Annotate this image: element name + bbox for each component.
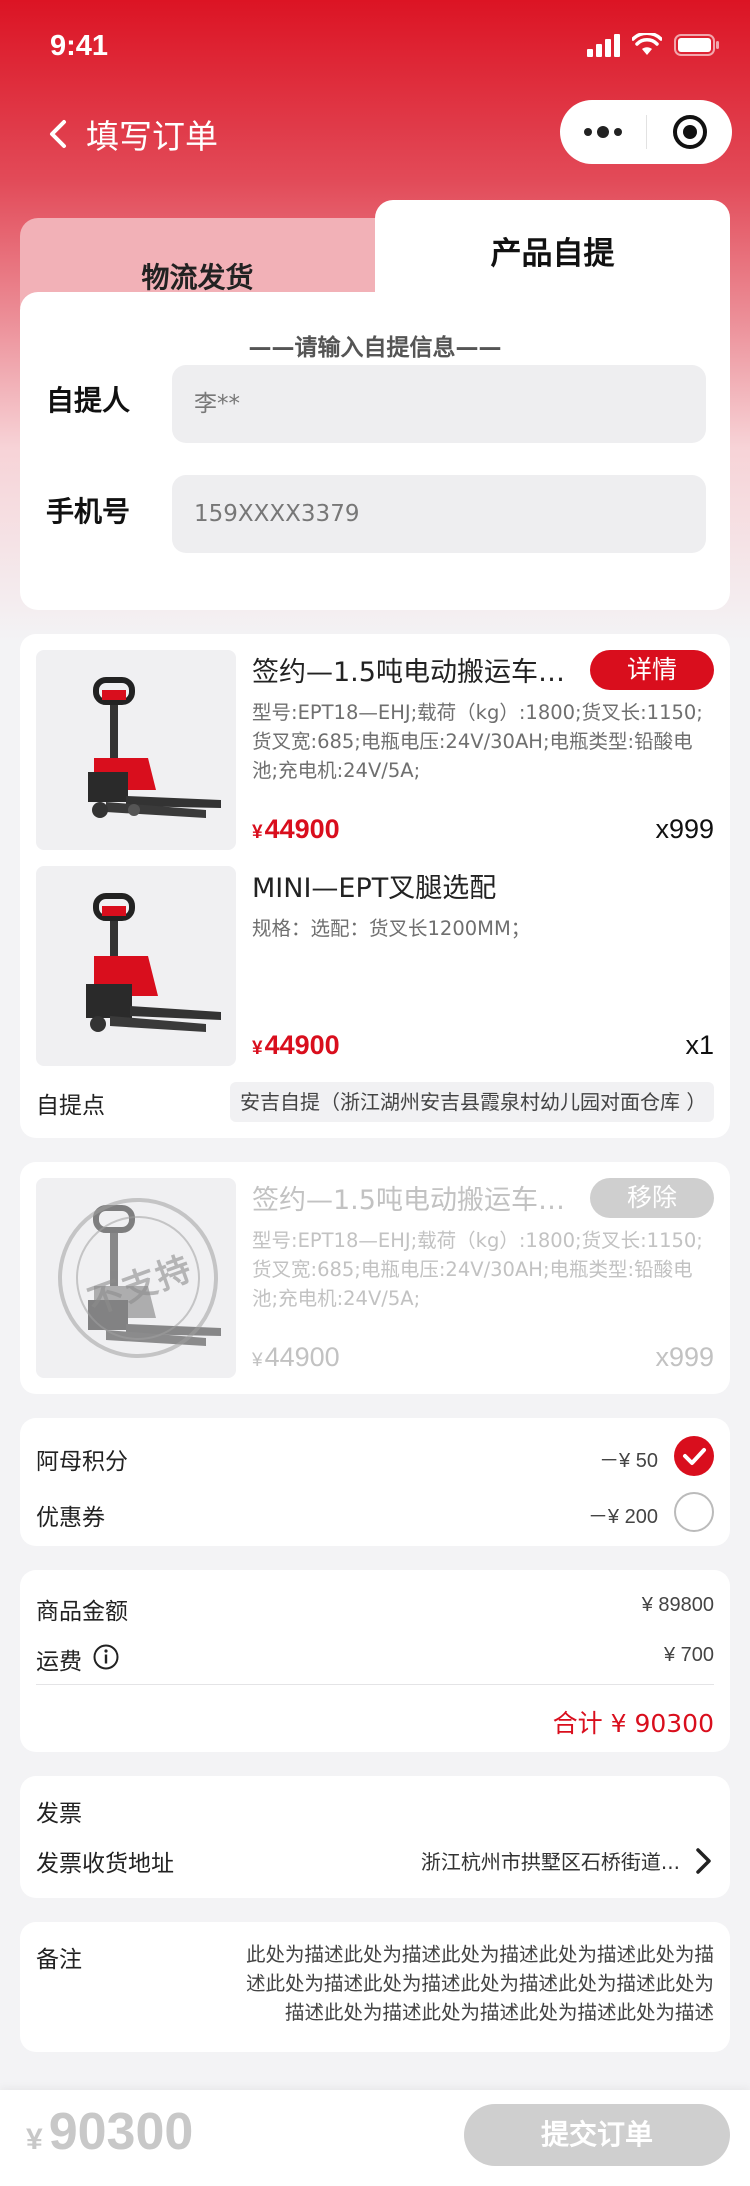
pickup-point-value[interactable]: 安吉自提（浙江湖州安吉县霞泉村幼儿园对面仓库 ）: [230, 1082, 714, 1122]
coupon-value: －¥ 200: [587, 1506, 658, 1528]
points-label: 阿母积分: [36, 1449, 128, 1475]
bottom-total: ¥90300: [26, 2102, 193, 2162]
invoice-address-value[interactable]: 浙江杭州市拱墅区石桥街道...: [421, 1846, 680, 1875]
coupon-checkbox[interactable]: [674, 1492, 714, 1532]
price-value: 44900: [264, 1030, 340, 1060]
remark-label: 备注: [36, 1947, 82, 1973]
remark-text[interactable]: 此处为描述此处为描述此处为描述此处为描述此处为描述此处为描述此处为描述此处为描述…: [228, 1940, 714, 2027]
more-icon[interactable]: [560, 126, 646, 138]
tab-logistics-label: 物流发货: [141, 261, 254, 294]
product-spec: 型号:EPT18—EHJ;载荷（kg）:1800;货叉长:1150;货叉宽:68…: [252, 1229, 703, 1310]
shipping-label: 运费: [36, 1649, 82, 1675]
status-time: 9:41: [50, 30, 109, 62]
chevron-right-icon[interactable]: [688, 1844, 718, 1878]
product-spec: 型号:EPT18—EHJ;载荷（kg）:1800;货叉长:1150;货叉宽:68…: [252, 701, 703, 782]
picker-name-input[interactable]: 李**: [172, 365, 706, 443]
unsupported-product-card: 不支持 签约—1.5吨电动搬运车… 移除 型号:EPT18—EHJ;载荷（kg）…: [20, 1162, 730, 1394]
option-price: ¥44900: [252, 1030, 340, 1061]
points-value: －¥ 50: [599, 1450, 658, 1472]
tab-self-pickup-label: 产品自提: [490, 236, 615, 272]
pickup-form-panel: ——请输入自提信息—— 自提人 李** 手机号 159XXXX3379: [20, 292, 730, 610]
invoice-card: 发票 发票收货地址 浙江杭州市拱墅区石桥街道...: [20, 1776, 730, 1898]
bottom-total-value: 90300: [48, 2103, 194, 2161]
info-icon[interactable]: [92, 1643, 120, 1671]
product-title: 签约—1.5吨电动搬运车…: [252, 1185, 565, 1216]
goods-amount-label: 商品金额: [36, 1599, 128, 1625]
option-spec: 规格：选配：货叉长1200MM；: [252, 917, 531, 940]
bottom-currency: ¥: [26, 2123, 43, 2156]
signal-icon: [587, 33, 620, 57]
product-detail-button[interactable]: 详情: [590, 650, 714, 690]
submit-order-button[interactable]: 提交订单: [464, 2104, 730, 2166]
page-title: 填写订单: [86, 117, 218, 156]
close-program-icon[interactable]: [647, 112, 732, 152]
price-value: 44900: [264, 1342, 340, 1372]
phone-input[interactable]: 159XXXX3379: [172, 475, 706, 553]
unsupported-product-image: 不支持: [36, 1178, 236, 1378]
product-quantity: x999: [655, 1342, 714, 1372]
price-currency: ¥: [252, 1038, 263, 1059]
price-value: 44900: [264, 814, 340, 844]
price-currency: ¥: [252, 1350, 263, 1371]
pickup-point-label: 自提点: [36, 1093, 105, 1119]
back-arrow-icon[interactable]: [40, 114, 80, 154]
wifi-icon: [632, 33, 662, 55]
option-quantity: x1: [685, 1030, 714, 1060]
tab-self-pickup[interactable]: 产品自提: [375, 200, 730, 310]
picker-name-label: 自提人: [46, 384, 131, 417]
product-price: ¥44900: [252, 1342, 340, 1373]
product-title: 签约—1.5吨电动搬运车…: [252, 657, 565, 688]
battery-icon: [674, 34, 719, 56]
summary-card: 商品金额 ¥ 89800 运费 ¥ 700 合计 ¥ 90300: [20, 1570, 730, 1752]
goods-amount-value: ¥ 89800: [641, 1594, 714, 1616]
product-price: ¥44900: [252, 814, 340, 845]
product-image: [36, 650, 236, 850]
check-icon: [683, 1448, 706, 1465]
option-image: [36, 866, 236, 1066]
phone-label: 手机号: [46, 495, 131, 528]
product-card: 签约—1.5吨电动搬运车… 详情 型号:EPT18—EHJ;载荷（kg）:180…: [20, 634, 730, 1138]
invoice-address-label: 发票收货地址: [36, 1851, 174, 1877]
status-bar: 9:41: [0, 0, 750, 92]
invoice-title: 发票: [36, 1801, 82, 1827]
total-amount: 合计 ¥ 90300: [552, 1709, 714, 1738]
bottom-bar: ¥90300 提交订单: [0, 2090, 750, 2186]
coupon-label: 优惠券: [36, 1505, 105, 1531]
status-icons: [587, 30, 720, 60]
mini-program-capsule: [560, 100, 732, 164]
remove-button[interactable]: 移除: [590, 1178, 714, 1218]
delivery-tabs: 物流发货 ——请输入自提信息—— 自提人 李** 手机号 159XXXX3379…: [20, 200, 730, 610]
shipping-value: ¥ 700: [663, 1644, 714, 1666]
price-currency: ¥: [252, 822, 263, 843]
discount-card: 阿母积分 －¥ 50 优惠券 －¥ 200: [20, 1418, 730, 1546]
option-title: MINI—EPT叉腿选配: [252, 873, 497, 904]
summary-divider: [36, 1684, 714, 1685]
points-checkbox[interactable]: [674, 1436, 714, 1476]
nav-bar: 填写订单: [0, 100, 750, 164]
remark-card: 备注 此处为描述此处为描述此处为描述此处为描述此处为描述此处为描述此处为描述此处…: [20, 1922, 730, 2052]
product-quantity: x999: [655, 814, 714, 844]
pickup-hint: ——请输入自提信息——: [248, 335, 502, 361]
